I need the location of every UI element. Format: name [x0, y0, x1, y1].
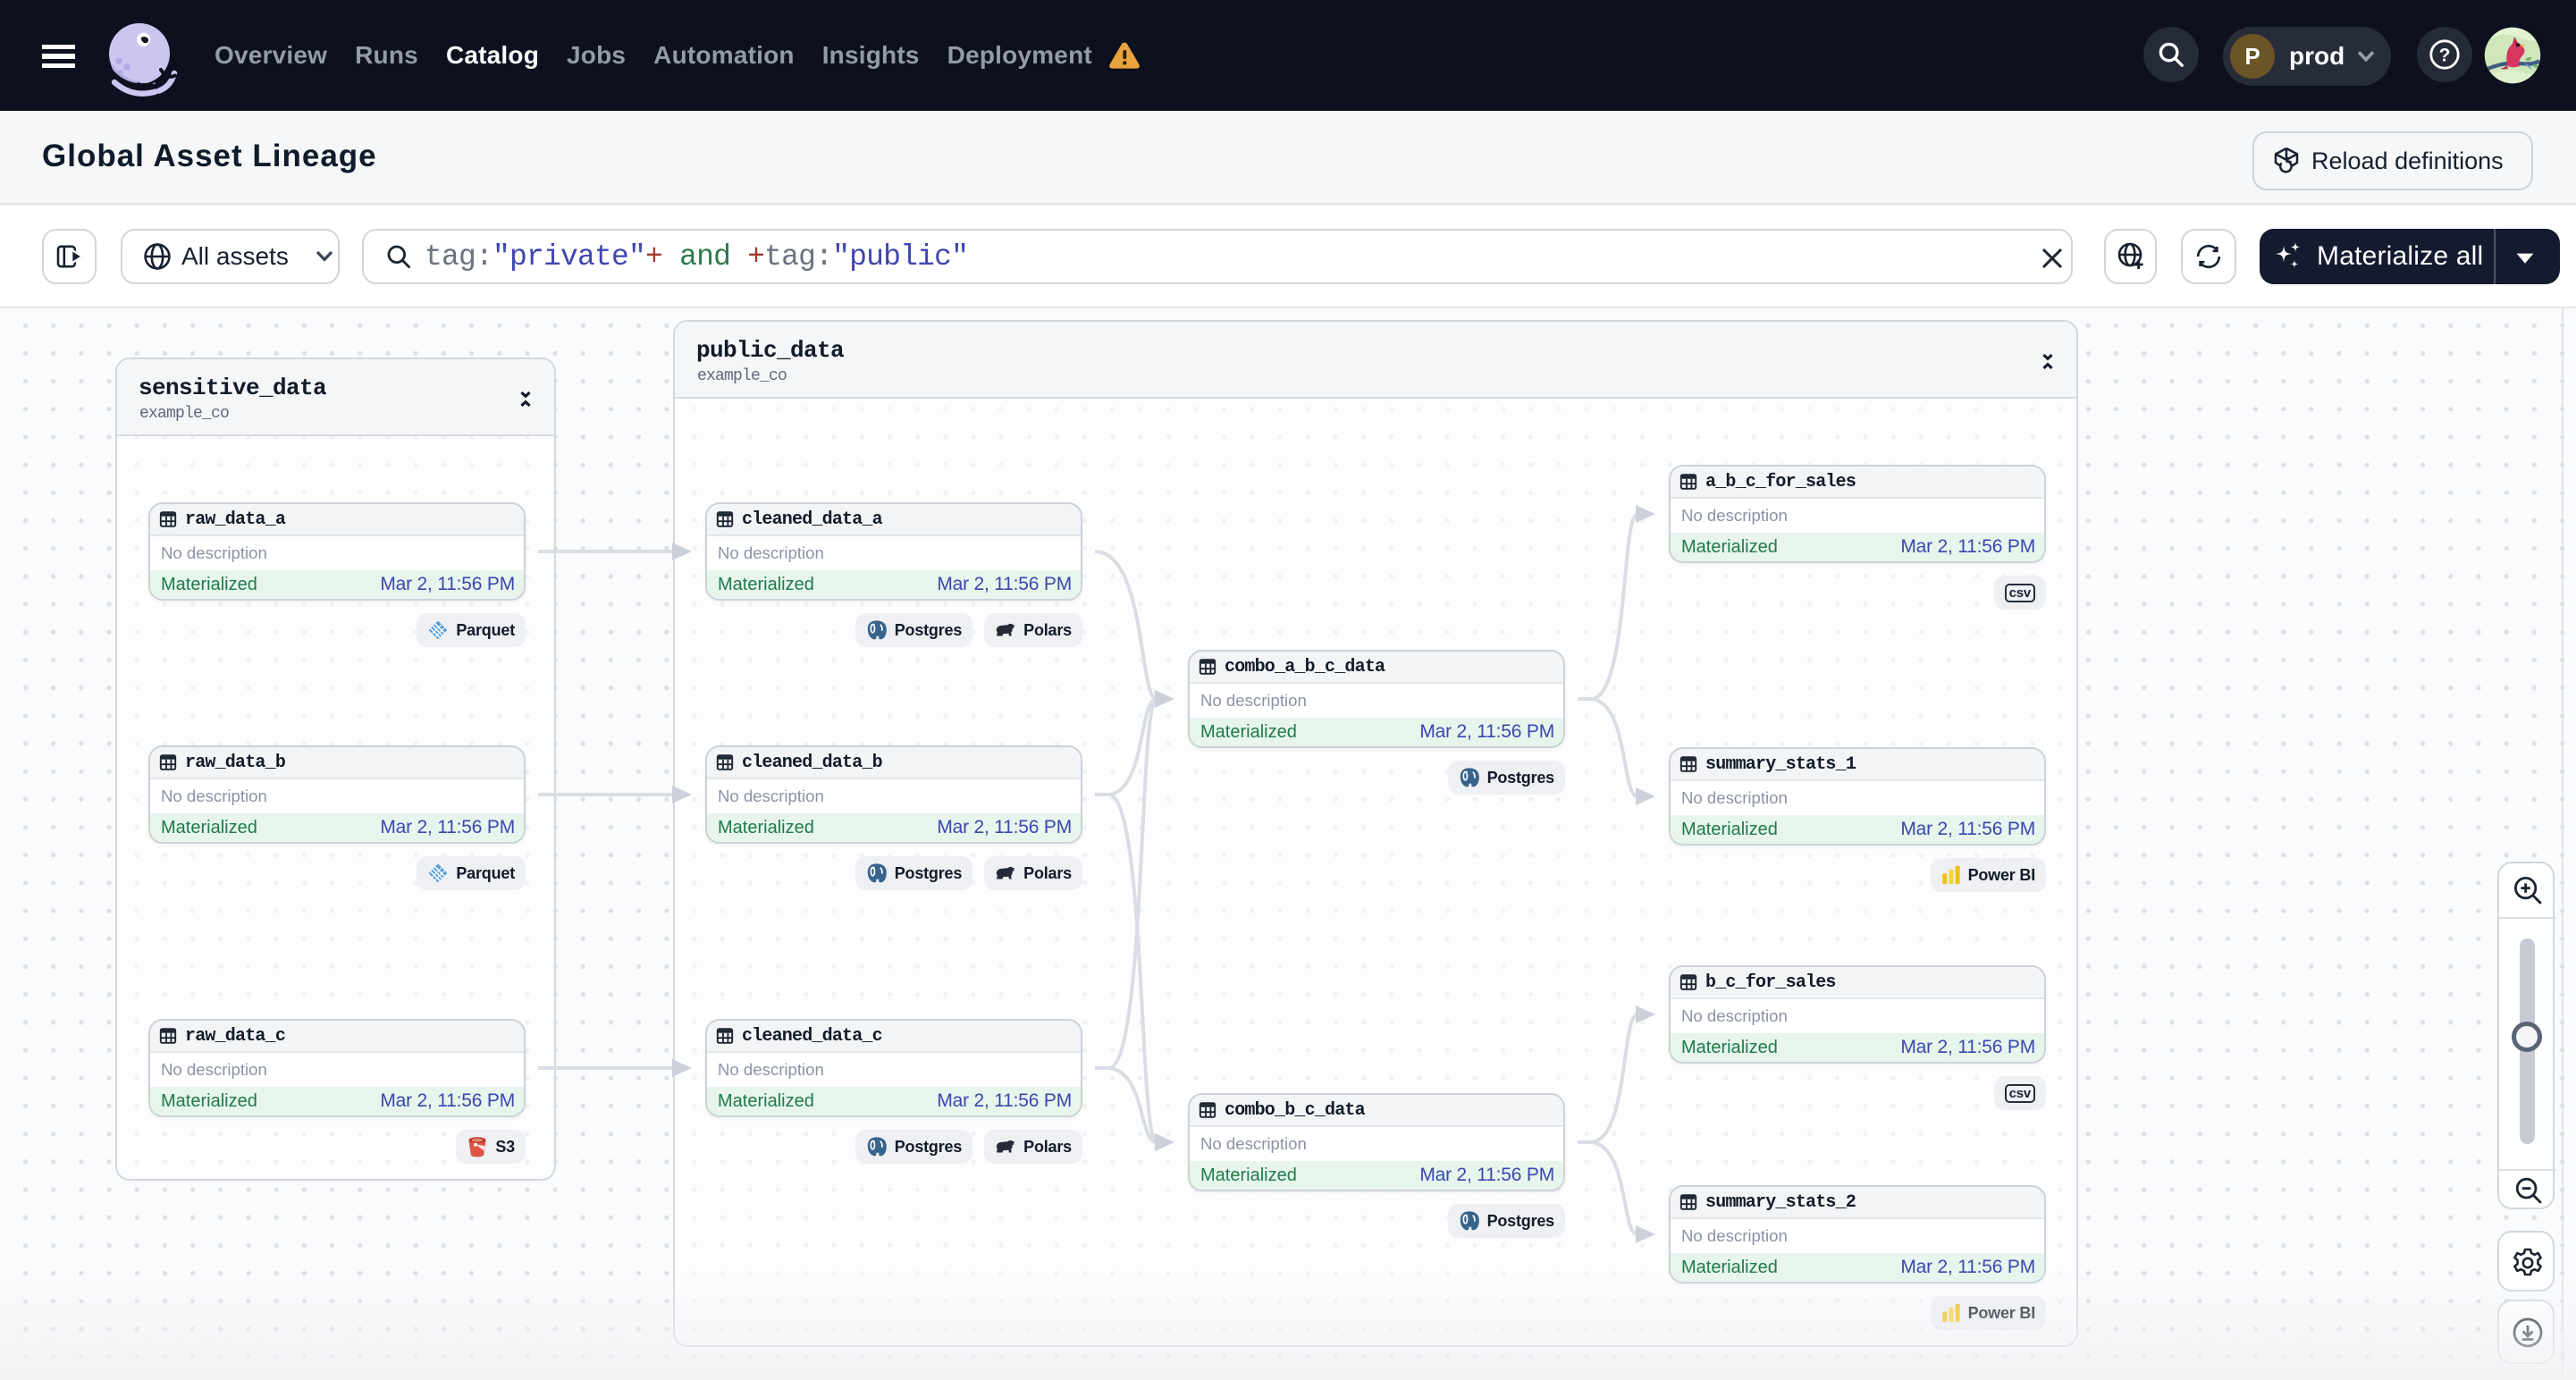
svg-text:?: ? — [2439, 45, 2451, 65]
